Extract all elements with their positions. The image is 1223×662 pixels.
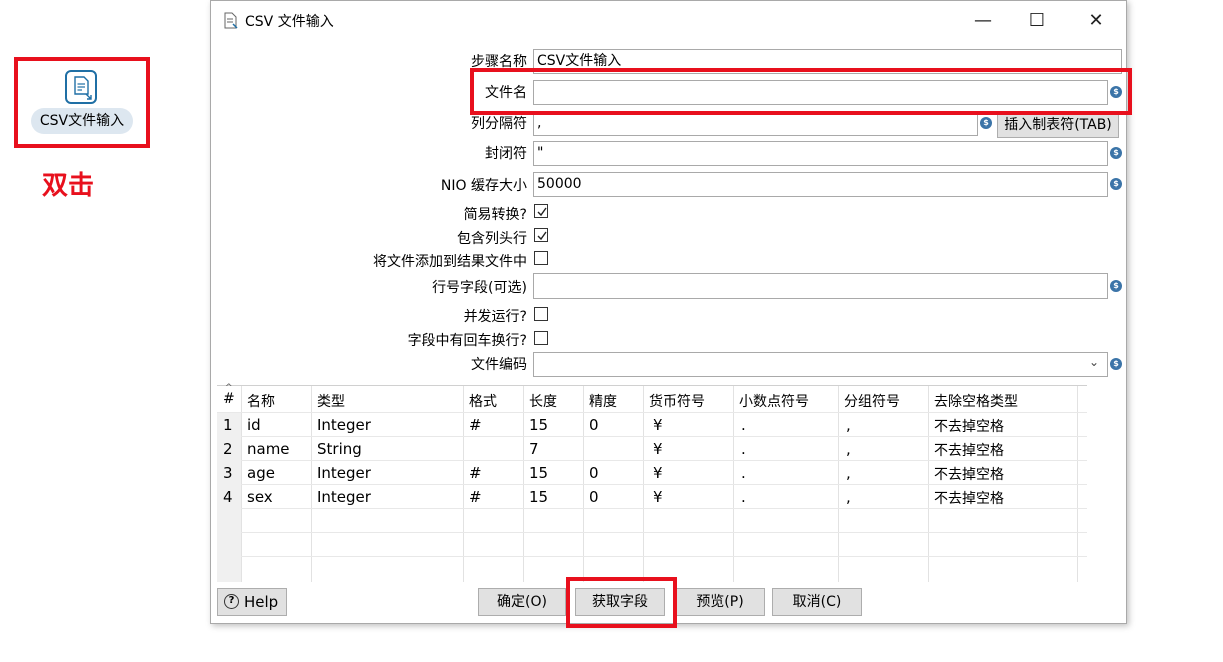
nio-buffer-input[interactable]: 50000: [533, 172, 1108, 197]
table-cell[interactable]: ¥: [653, 440, 663, 458]
table-header-cell[interactable]: 分组符号: [844, 391, 900, 411]
close-button[interactable]: ✕: [1073, 5, 1119, 37]
insert-tab-button[interactable]: 插入制表符(TAB): [997, 112, 1119, 138]
help-button[interactable]: ? Help: [217, 588, 287, 616]
table-cell[interactable]: .: [741, 416, 746, 434]
chevron-down-icon[interactable]: ⌄: [1089, 355, 1099, 369]
table-header-cell[interactable]: 类型: [317, 391, 345, 411]
table-cell[interactable]: .: [741, 440, 746, 458]
rownum-field-input[interactable]: [533, 273, 1108, 299]
cancel-button[interactable]: 取消(C): [772, 588, 862, 616]
table-header-cell[interactable]: 小数点符号: [739, 391, 809, 411]
minimize-button[interactable]: —: [960, 5, 1006, 37]
table-cell[interactable]: ,: [846, 440, 851, 458]
table-cell[interactable]: ¥: [653, 464, 663, 482]
delimiter-label: 列分隔符: [471, 116, 527, 132]
table-cell[interactable]: 15: [529, 488, 548, 506]
preview-button[interactable]: 预览(P): [675, 588, 765, 616]
table-cell[interactable]: String: [317, 440, 362, 458]
table-cell[interactable]: Integer: [317, 464, 371, 482]
encoding-variable-icon[interactable]: $: [1110, 358, 1122, 370]
table-cell[interactable]: ,: [846, 464, 851, 482]
table-cell[interactable]: .: [741, 488, 746, 506]
get-fields-highlight-box: [566, 577, 677, 628]
table-cell[interactable]: 7: [529, 440, 539, 458]
header-row-label: 包含列头行: [457, 231, 527, 247]
table-cell[interactable]: .: [741, 464, 746, 482]
newline-checkbox[interactable]: [534, 331, 548, 345]
parallel-label: 并发运行?: [463, 309, 527, 325]
table-cell[interactable]: 不去掉空格: [934, 440, 1004, 460]
table-cell[interactable]: name: [247, 440, 290, 458]
table-cell[interactable]: Integer: [317, 416, 371, 434]
table-cell: 3: [223, 464, 233, 482]
table-header-cell[interactable]: 货币符号: [649, 391, 705, 411]
nio-variable-icon[interactable]: $: [1110, 178, 1122, 190]
parallel-checkbox[interactable]: [534, 307, 548, 321]
table-cell[interactable]: 15: [529, 464, 548, 482]
table-header-cell[interactable]: 精度: [589, 391, 617, 411]
lazy-conversion-checkbox[interactable]: [534, 204, 548, 218]
encoding-label: 文件编码: [471, 357, 527, 373]
table-header-cell[interactable]: #: [223, 391, 235, 407]
title-bar: CSV 文件输入 — ☐ ✕: [211, 1, 1126, 41]
fields-table[interactable]: ^ # 名称 类型 格式 长度 精度 货币符号 小数点符号 分组符号 去除空格类…: [217, 383, 1087, 582]
table-cell[interactable]: 0: [589, 488, 599, 506]
table-cell[interactable]: 0: [589, 416, 599, 434]
table-header-cell[interactable]: 长度: [529, 391, 557, 411]
table-header-cell[interactable]: 去除空格类型: [934, 391, 1018, 411]
table-cell[interactable]: sex: [247, 488, 273, 506]
add-to-result-label: 将文件添加到结果文件中: [373, 254, 527, 270]
table-cell[interactable]: Integer: [317, 488, 371, 506]
window-app-icon: [223, 12, 239, 34]
enclosure-variable-icon[interactable]: $: [1110, 147, 1122, 159]
table-cell[interactable]: 不去掉空格: [934, 464, 1004, 484]
rownum-variable-icon[interactable]: $: [1110, 280, 1122, 292]
newline-label: 字段中有回车换行?: [407, 333, 527, 349]
ok-button[interactable]: 确定(O): [478, 588, 566, 616]
table-cell[interactable]: ¥: [653, 488, 663, 506]
help-icon: ?: [224, 594, 239, 609]
filename-highlight-box: [470, 68, 1132, 115]
table-cell: 2: [223, 440, 233, 458]
add-to-result-checkbox[interactable]: [534, 251, 548, 265]
help-button-label: Help: [244, 593, 279, 611]
table-cell[interactable]: 0: [589, 464, 599, 482]
table-cell[interactable]: #: [469, 416, 482, 434]
lazy-conversion-label: 简易转换?: [463, 207, 527, 223]
table-cell: 4: [223, 488, 233, 506]
rownum-field-label: 行号字段(可选): [432, 280, 527, 296]
table-cell[interactable]: ,: [846, 416, 851, 434]
delimiter-variable-icon[interactable]: $: [980, 117, 992, 129]
table-cell[interactable]: 不去掉空格: [934, 488, 1004, 508]
table-cell[interactable]: ¥: [653, 416, 663, 434]
header-row-checkbox[interactable]: [534, 228, 548, 242]
table-cell: 1: [223, 416, 233, 434]
encoding-select[interactable]: [533, 352, 1108, 377]
window-title: CSV 文件输入: [245, 14, 334, 30]
maximize-button[interactable]: ☐: [1014, 5, 1060, 37]
table-cell[interactable]: #: [469, 488, 482, 506]
csv-input-step-icon[interactable]: [65, 70, 97, 104]
enclosure-input[interactable]: ": [533, 141, 1108, 166]
table-cell[interactable]: #: [469, 464, 482, 482]
table-cell[interactable]: age: [247, 464, 275, 482]
step-label[interactable]: CSV文件输入: [31, 108, 133, 134]
nio-buffer-label: NIO 缓存大小: [440, 178, 527, 194]
table-header-cell[interactable]: 名称: [247, 391, 275, 411]
table-header-cell[interactable]: 格式: [469, 391, 497, 411]
table-cell[interactable]: ,: [846, 488, 851, 506]
table-cell[interactable]: 不去掉空格: [934, 416, 1004, 436]
table-cell[interactable]: 15: [529, 416, 548, 434]
enclosure-label: 封闭符: [485, 146, 527, 162]
double-click-caption: 双击: [42, 171, 95, 201]
table-cell[interactable]: id: [247, 416, 261, 434]
